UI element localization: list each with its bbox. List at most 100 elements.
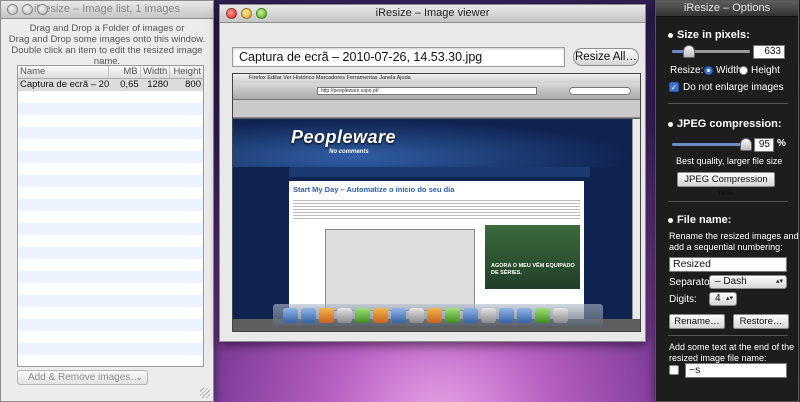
dock-app-icon — [391, 307, 406, 323]
preview-url-bar: http://peopleware.sapo.pt/ — [317, 87, 537, 95]
table-row[interactable]: Captura de ecrã – 2010-… 0,65 1280 800 — [18, 79, 203, 91]
separator-value: – Dash — [715, 276, 747, 287]
preview-browser-toolbar: http://peopleware.sapo.pt/ — [233, 83, 640, 100]
zoom-button[interactable] — [256, 8, 267, 19]
size-value-field[interactable]: 633 — [753, 45, 785, 59]
radio-unselected-icon[interactable] — [739, 65, 748, 75]
column-header-name[interactable]: Name — [18, 66, 109, 78]
preview-article-title: Start My Day – Automatize o início do se… — [293, 185, 455, 194]
no-enlarge-checkbox[interactable]: ✓ Do not enlarge images — [669, 82, 784, 93]
checkbox-unchecked-icon[interactable] — [669, 365, 679, 376]
jpeg-slider[interactable] — [672, 138, 753, 151]
column-header-height[interactable]: Height — [170, 66, 203, 78]
restore-button[interactable]: Restore… — [733, 314, 789, 329]
jpeg-heading-label: JPEG compression: — [677, 118, 782, 130]
preview-search-box — [569, 87, 631, 95]
quality-note: Best quality, larger file size — [676, 156, 783, 166]
rename-description: Rename the resized images and add a sequ… — [669, 231, 799, 253]
digits-label: Digits: — [669, 294, 697, 305]
popup-arrows-icon: ▴▾ — [775, 278, 783, 285]
divider — [668, 103, 788, 104]
minimize-button[interactable] — [241, 8, 252, 19]
digits-value: 4 — [715, 293, 721, 304]
preview-logo: Peopleware — [291, 127, 397, 147]
image-viewer-titlebar[interactable]: iResize – Image viewer — [220, 5, 645, 23]
jpeg-compression-test-button[interactable]: JPEG Compression test — [677, 172, 775, 198]
resize-width-radio[interactable]: Width — [704, 65, 742, 76]
instruction-line: Double click an item to edit the resized… — [11, 45, 203, 67]
digits-popup[interactable]: 4 ▴▾ — [709, 292, 737, 306]
jpeg-value-field[interactable]: 95 — [754, 138, 774, 152]
options-window: iResize – Options Size in pixels: 633 Re… — [655, 0, 799, 402]
jpeg-heading: JPEG compression: — [668, 118, 782, 130]
preview-advert: AGORA O MEU VÊM EQUIPADO DE SÉRIES. — [485, 225, 580, 289]
dock-app-icon — [463, 307, 478, 323]
height-radio-label: Height — [751, 65, 780, 76]
dock-app-icon — [355, 307, 370, 323]
suffix-checkbox[interactable] — [669, 365, 683, 376]
options-titlebar[interactable]: iResize – Options — [656, 1, 798, 17]
size-slider[interactable] — [672, 45, 750, 58]
file-name-heading-label: File name: — [677, 214, 732, 226]
column-header-mb[interactable]: MB — [109, 66, 141, 78]
dock-app-icon — [535, 307, 550, 323]
window-controls — [7, 4, 48, 15]
width-radio-label: Width — [716, 65, 742, 76]
dock-app-icon — [499, 307, 514, 323]
resize-height-radio[interactable]: Height — [739, 65, 780, 76]
close-button[interactable] — [7, 4, 18, 15]
filename-field[interactable]: Captura de ecrã – 2010-07-26, 14.53.30.j… — [232, 47, 565, 67]
image-table[interactable]: Name MB Width Height Captura de ecrã – 2… — [17, 65, 204, 367]
instruction-line: Drag and Drop some images onto this wind… — [8, 34, 206, 45]
suffix-field[interactable]: ~s — [685, 363, 787, 378]
table-header: Name MB Width Height — [18, 66, 203, 79]
window-title: iResize – Image list, 1 images — [33, 3, 181, 15]
empty-rows — [18, 91, 203, 366]
divider — [668, 335, 788, 336]
close-button[interactable] — [226, 8, 237, 19]
rename-button[interactable]: Rename… — [669, 314, 725, 329]
column-header-width[interactable]: Width — [141, 66, 171, 78]
resize-label: Resize: — [670, 65, 704, 76]
preview-menubar: Firefox Editar Ver Histórico Marcadores … — [233, 74, 640, 83]
window-title: iResize – Options — [683, 2, 771, 14]
size-heading: Size in pixels: — [668, 29, 750, 41]
radio-selected-icon[interactable] — [704, 65, 713, 75]
bullet-icon — [668, 121, 673, 127]
window-controls — [226, 8, 267, 19]
preview-advert-text: AGORA O MEU VÊM EQUIPADO DE SÉRIES. — [491, 263, 575, 276]
preview-dock — [273, 304, 603, 326]
dock-app-icon — [517, 307, 532, 323]
bullet-icon — [668, 217, 673, 223]
image-preview: Firefox Editar Ver Histórico Marcadores … — [232, 73, 641, 332]
dock-app-icon — [481, 307, 496, 323]
dock-app-icon — [319, 307, 334, 323]
cell-name: Captura de ecrã – 2010-… — [20, 79, 109, 90]
separator-popup[interactable]: – Dash ▴▾ — [709, 275, 787, 289]
image-list-titlebar[interactable]: iResize – Image list, 1 images — [1, 1, 213, 19]
add-remove-images-button[interactable]: Add & Remove images… ⌄ — [17, 370, 148, 385]
preview-tagline: No comments — [329, 149, 369, 155]
size-slider-knob[interactable] — [683, 45, 696, 58]
base-name-field[interactable]: Resized — [669, 257, 787, 272]
cell-width: 1280 — [147, 79, 169, 90]
preview-bookmarks-bar — [233, 100, 640, 118]
minimize-button[interactable] — [22, 4, 33, 15]
suffix-description-line: Add some text at the end of the — [669, 342, 795, 352]
preview-site-nav — [289, 167, 590, 177]
jpeg-slider-knob[interactable] — [740, 138, 753, 151]
preview-article: Start My Day – Automatize o início do se… — [289, 181, 584, 319]
resize-grip-icon[interactable] — [200, 388, 210, 398]
dock-app-icon — [427, 307, 442, 323]
no-enlarge-label: Do not enlarge images — [683, 82, 784, 93]
instruction-line: Drag and Drop a Folder of images or — [29, 23, 185, 34]
chevron-down-icon: ⌄ — [135, 372, 143, 382]
dock-app-icon — [301, 307, 316, 323]
rename-description-line: Rename the resized images and — [669, 231, 799, 241]
window-title: iResize – Image viewer — [375, 7, 490, 19]
cell-height: 800 — [185, 79, 201, 90]
checkmark-icon[interactable]: ✓ — [669, 82, 679, 93]
resize-all-button[interactable]: Resize All… — [573, 48, 639, 66]
zoom-button[interactable] — [37, 4, 48, 15]
popup-arrows-icon: ▴▾ — [725, 295, 733, 302]
